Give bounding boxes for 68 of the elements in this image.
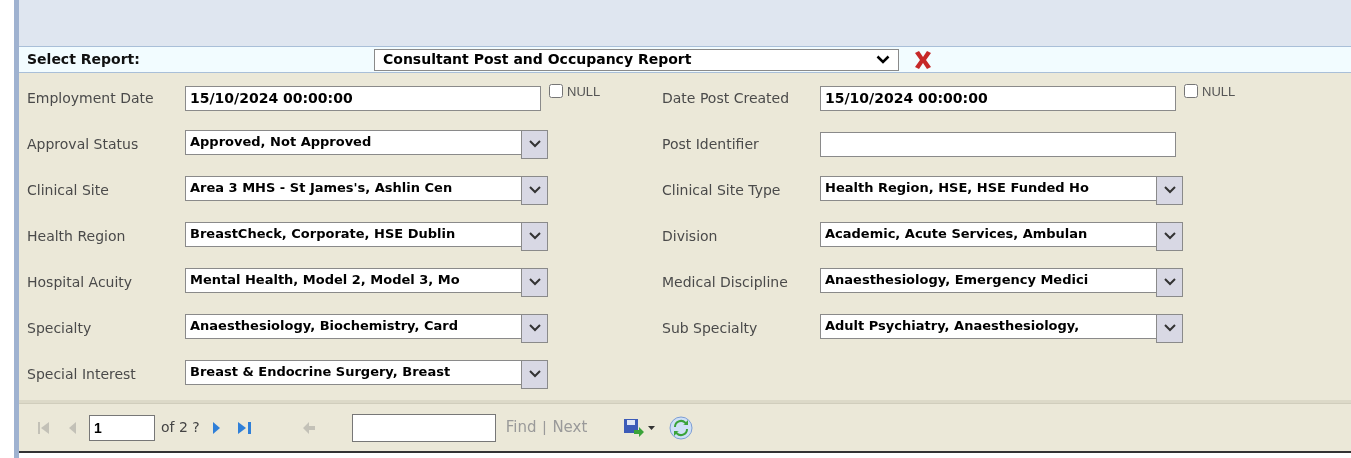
dropdown-button[interactable]	[1156, 221, 1183, 251]
multiselect-field[interactable]: Area 3 MHS - St James's, Ashlin Cen	[185, 175, 522, 201]
dropdown-button[interactable]	[1156, 175, 1183, 205]
refresh-icon	[669, 415, 694, 440]
dropdown-button[interactable]	[521, 129, 548, 159]
field-label: Approval Status	[27, 134, 140, 154]
report-dropdown[interactable]: Consultant Post and Occupancy Report	[374, 48, 899, 71]
multiselect-field[interactable]: Anaesthesiology, Emergency Medici	[820, 267, 1157, 293]
chevron-down-icon	[1163, 232, 1176, 240]
page-count: of 2 ?	[161, 418, 200, 437]
dropdown-button[interactable]	[521, 313, 548, 343]
field-label: Clinical Site Type	[662, 180, 782, 200]
separator: |	[542, 417, 547, 438]
chevron-down-icon	[528, 232, 541, 240]
field-label: Health Region	[27, 226, 127, 246]
null-checkbox[interactable]	[549, 84, 563, 99]
next-page-icon	[211, 420, 222, 435]
field-label: Hospital Acuity	[27, 272, 134, 292]
field-label: Employment Date	[27, 88, 155, 108]
null-checkbox[interactable]	[1184, 84, 1198, 99]
field-label: Clinical Site	[27, 180, 110, 200]
multiselect-field[interactable]: BreastCheck, Corporate, HSE Dublin	[185, 221, 522, 247]
chevron-down-icon	[528, 370, 541, 378]
chevron-down-icon	[1163, 278, 1176, 286]
multiselect-field[interactable]: Health Region, HSE, HSE Funded Ho	[820, 175, 1157, 201]
dropdown-button[interactable]	[521, 359, 548, 389]
chevron-down-icon	[1163, 324, 1176, 332]
multiselect-field[interactable]: Academic, Acute Services, Ambulan	[820, 221, 1157, 247]
dropdown-button[interactable]	[521, 221, 548, 251]
field-label: Date Post Created	[662, 88, 791, 108]
multiselect-field[interactable]: Mental Health, Model 2, Model 3, Mo	[185, 267, 522, 293]
chevron-down-icon	[528, 186, 541, 194]
back-arrow-icon	[301, 420, 316, 435]
last-page-icon	[236, 420, 253, 435]
dropdown-button[interactable]	[521, 267, 548, 297]
field-label: Post Identifier	[662, 134, 760, 154]
previous-page-icon	[67, 420, 77, 435]
multiselect-field[interactable]: Approved, Not Approved	[185, 129, 522, 155]
dropdown-button[interactable]	[1156, 313, 1183, 343]
refresh-button[interactable]	[669, 415, 694, 440]
multiselect-field[interactable]: Breast & Endocrine Surgery, Breast	[185, 359, 522, 385]
export-button[interactable]	[623, 417, 656, 438]
chevron-down-icon	[876, 55, 890, 64]
chevron-down-icon	[528, 278, 541, 286]
chevron-down-icon	[528, 140, 541, 148]
save-icon	[623, 417, 646, 438]
date-field[interactable]: 15/10/2024 00:00:00	[820, 85, 1176, 111]
caret-icon	[648, 425, 656, 430]
chevron-down-icon	[528, 324, 541, 332]
null-label: NULL	[1202, 82, 1236, 101]
null-label: NULL	[567, 82, 601, 101]
field-label: Sub Specialty	[662, 318, 759, 338]
dropdown-button[interactable]	[1156, 267, 1183, 297]
date-field[interactable]: 15/10/2024 00:00:00	[185, 85, 541, 111]
field-label: Specialty	[27, 318, 93, 338]
text-field[interactable]	[820, 131, 1176, 157]
first-page-icon	[37, 420, 51, 435]
page-number-field[interactable]: 1	[89, 414, 155, 441]
multiselect-field[interactable]: Anaesthesiology, Biochemistry, Card	[185, 313, 522, 339]
select-report-label: Select Report:	[26, 50, 141, 69]
close-icon	[912, 48, 934, 71]
dropdown-button[interactable]	[521, 175, 548, 205]
multiselect-field[interactable]: Adult Psychiatry, Anaesthesiology,	[820, 313, 1157, 339]
field-label: Special Interest	[27, 364, 137, 384]
chevron-down-icon	[1163, 186, 1176, 194]
find-field[interactable]	[351, 413, 496, 442]
field-label: Division	[662, 226, 719, 246]
field-label: Medical Discipline	[662, 272, 789, 292]
